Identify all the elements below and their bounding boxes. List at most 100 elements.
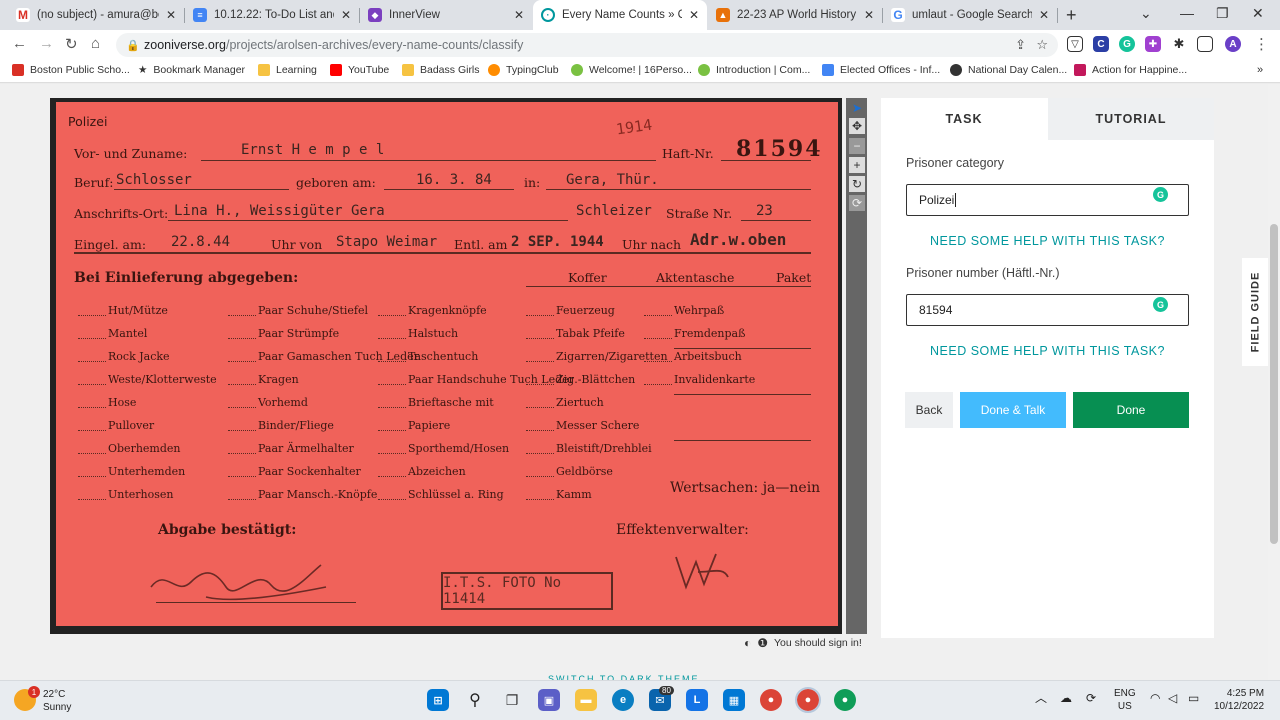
search-icon[interactable]: ⚲ [464, 689, 486, 711]
lock-icon[interactable]: 🔒 [126, 39, 140, 52]
help-link[interactable]: NEED SOME HELP WITH THIS TASK? [881, 234, 1214, 248]
tab-search-chevron-icon[interactable]: ⌄ [1140, 5, 1152, 22]
shield-extension-icon[interactable]: ▽ [1067, 36, 1083, 52]
chrome-icon[interactable]: ● [760, 689, 782, 711]
show-hidden-icons-icon[interactable]: ︿ [1035, 692, 1047, 705]
bookmark-item[interactable]: TypingClub [488, 64, 559, 76]
file-explorer-icon[interactable]: ▬ [575, 689, 597, 711]
language-indicator[interactable]: ENG US [1114, 687, 1136, 713]
done-and-talk-button[interactable]: Done & Talk [960, 392, 1066, 428]
menu-dots-icon[interactable]: ⋮ [1254, 35, 1269, 53]
profile-avatar[interactable]: A [1225, 36, 1241, 52]
close-icon[interactable]: ✕ [514, 8, 524, 22]
contrast-icon[interactable]: ◐ [744, 636, 751, 650]
subject-viewer[interactable]: Polizei 1914 Vor- und Zuname: Ernst H e … [50, 98, 842, 634]
back-arrow-icon[interactable]: ← [12, 35, 27, 52]
close-icon[interactable]: ✕ [166, 8, 176, 22]
info-icon[interactable]: ❶ [757, 636, 768, 650]
bookmark-item[interactable]: Introduction | Com... [698, 64, 810, 76]
tab-gmail[interactable]: M (no subject) - amura@bosto ✕ [8, 0, 184, 30]
chrome-alt-icon[interactable]: ● [834, 689, 856, 711]
bookmark-item[interactable]: Learning [258, 64, 317, 76]
tab-google-search[interactable]: G umlaut - Google Search ✕ [883, 0, 1057, 30]
tab-every-name-counts[interactable]: · Every Name Counts » Classi ✕ [533, 0, 707, 30]
bookmark-item[interactable]: Badass Girls [402, 64, 480, 76]
chrome-profile-icon[interactable]: ● [795, 687, 821, 713]
bookmark-item[interactable]: National Day Calen... [950, 64, 1067, 76]
prisoner-category-input[interactable]: Polizei G [906, 184, 1189, 216]
tab-docs[interactable]: ≡ 10.12.22: To-Do List and Re ✕ [185, 0, 359, 30]
help-text: NEED SOME HELP WITH THIS TASK? [930, 344, 1165, 358]
l-app-icon[interactable]: L [686, 689, 708, 711]
reload-icon[interactable]: ↻ [65, 35, 78, 53]
help-link[interactable]: NEED SOME HELP WITH THIS TASK? [881, 344, 1214, 358]
pointer-icon[interactable]: ➤ [849, 100, 865, 116]
task-view-icon[interactable]: ❐ [501, 689, 523, 711]
close-icon[interactable]: ✕ [1039, 8, 1049, 22]
bookmark-item[interactable]: Elected Offices - Inf... [822, 64, 940, 76]
new-tab-icon[interactable]: + [1066, 5, 1077, 26]
close-icon[interactable]: ✕ [864, 8, 874, 22]
zoom-out-icon[interactable]: − [849, 138, 865, 154]
done-button[interactable]: Done [1073, 392, 1189, 428]
grammarly-icon[interactable]: G [1119, 36, 1135, 52]
more-bookmarks-icon[interactable]: » [1257, 64, 1263, 76]
grammarly-icon[interactable]: G [1153, 297, 1168, 312]
prisoner-number-input[interactable]: 81594 G [906, 294, 1189, 326]
side-panel-icon[interactable] [1197, 36, 1213, 52]
minimize-icon[interactable]: — [1180, 5, 1194, 21]
bookmark-item[interactable]: Boston Public Scho... [12, 64, 130, 76]
bookmark-item[interactable]: Welcome! | 16Perso... [571, 64, 692, 76]
tab-innerview[interactable]: ◆ InnerView ✕ [360, 0, 532, 30]
c-extension-icon[interactable]: C [1093, 36, 1109, 52]
puzzle-purple-icon[interactable]: ✚ [1145, 36, 1161, 52]
extensions-icon[interactable]: ✱ [1171, 36, 1187, 52]
field-guide-button[interactable]: FIELD GUIDE [1242, 258, 1268, 366]
tab-schoology[interactable]: ▲ 22-23 AP World History - V ✕ [708, 0, 882, 30]
battery-icon[interactable]: ▭ [1188, 692, 1199, 705]
tab-title: Every Name Counts » Classi [562, 9, 682, 21]
tab-label: TUTORIAL [1095, 112, 1167, 126]
home-icon[interactable]: ⌂ [91, 35, 100, 52]
stamp-text: I.T.S. FOTO No 11414 [443, 575, 562, 607]
scrollbar-thumb[interactable] [1270, 224, 1278, 544]
sync-icon[interactable]: ⟳ [1086, 692, 1096, 705]
store-icon[interactable]: ▦ [723, 689, 745, 711]
zoom-in-icon[interactable]: + [849, 157, 865, 173]
card-item-label: Hose [108, 396, 137, 409]
bookmark-item[interactable]: YouTube [330, 64, 389, 76]
bookmark-star-icon[interactable]: ☆ [1036, 37, 1048, 53]
clock[interactable]: 4:25 PM 10/12/2022 [1214, 687, 1264, 713]
share-icon[interactable]: ⇪ [1015, 37, 1026, 53]
rotate-icon[interactable]: ↻ [849, 176, 865, 192]
mail-badge: 80 [659, 686, 674, 695]
reset-icon[interactable]: ⟳ [849, 195, 865, 211]
volume-icon[interactable]: ◁ [1168, 692, 1177, 705]
cloud-icon[interactable]: ☁ [1060, 692, 1072, 705]
move-icon[interactable]: ✥ [849, 118, 865, 134]
edge-icon[interactable]: e [612, 689, 634, 711]
tab-task[interactable]: TASK [881, 98, 1047, 140]
chat-icon[interactable]: ▣ [538, 689, 560, 711]
gmail-icon [12, 64, 24, 76]
maximize-icon[interactable]: ❐ [1216, 5, 1229, 22]
windows-start-icon[interactable]: ⊞ [427, 689, 449, 711]
card-label: Paket [776, 270, 812, 285]
wifi-icon[interactable]: ◠ [1150, 692, 1160, 705]
bookmark-item[interactable]: ★ Bookmark Manager [138, 64, 245, 76]
window-close-icon[interactable]: ✕ [1252, 5, 1264, 22]
card-item-label: Sporthemd/Hosen [408, 442, 510, 455]
grammarly-icon[interactable]: G [1153, 187, 1168, 202]
button-label: Done & Talk [980, 403, 1046, 417]
weather-widget[interactable]: 22°C Sunny [43, 688, 71, 714]
tab-tutorial[interactable]: TUTORIAL [1048, 98, 1214, 140]
page-scrollbar[interactable] [1268, 84, 1280, 680]
address-bar[interactable]: 🔒 zooniverse.org/projects/arolsen-archiv… [116, 33, 1058, 57]
back-button[interactable]: Back [905, 392, 953, 428]
bookmark-item[interactable]: Action for Happine... [1074, 64, 1187, 76]
tab-title: umlaut - Google Search [912, 9, 1032, 21]
close-icon[interactable]: ✕ [341, 8, 351, 22]
close-icon[interactable]: ✕ [689, 8, 699, 22]
input-value: Polizei [919, 193, 955, 207]
forward-arrow-icon[interactable]: → [39, 35, 54, 52]
